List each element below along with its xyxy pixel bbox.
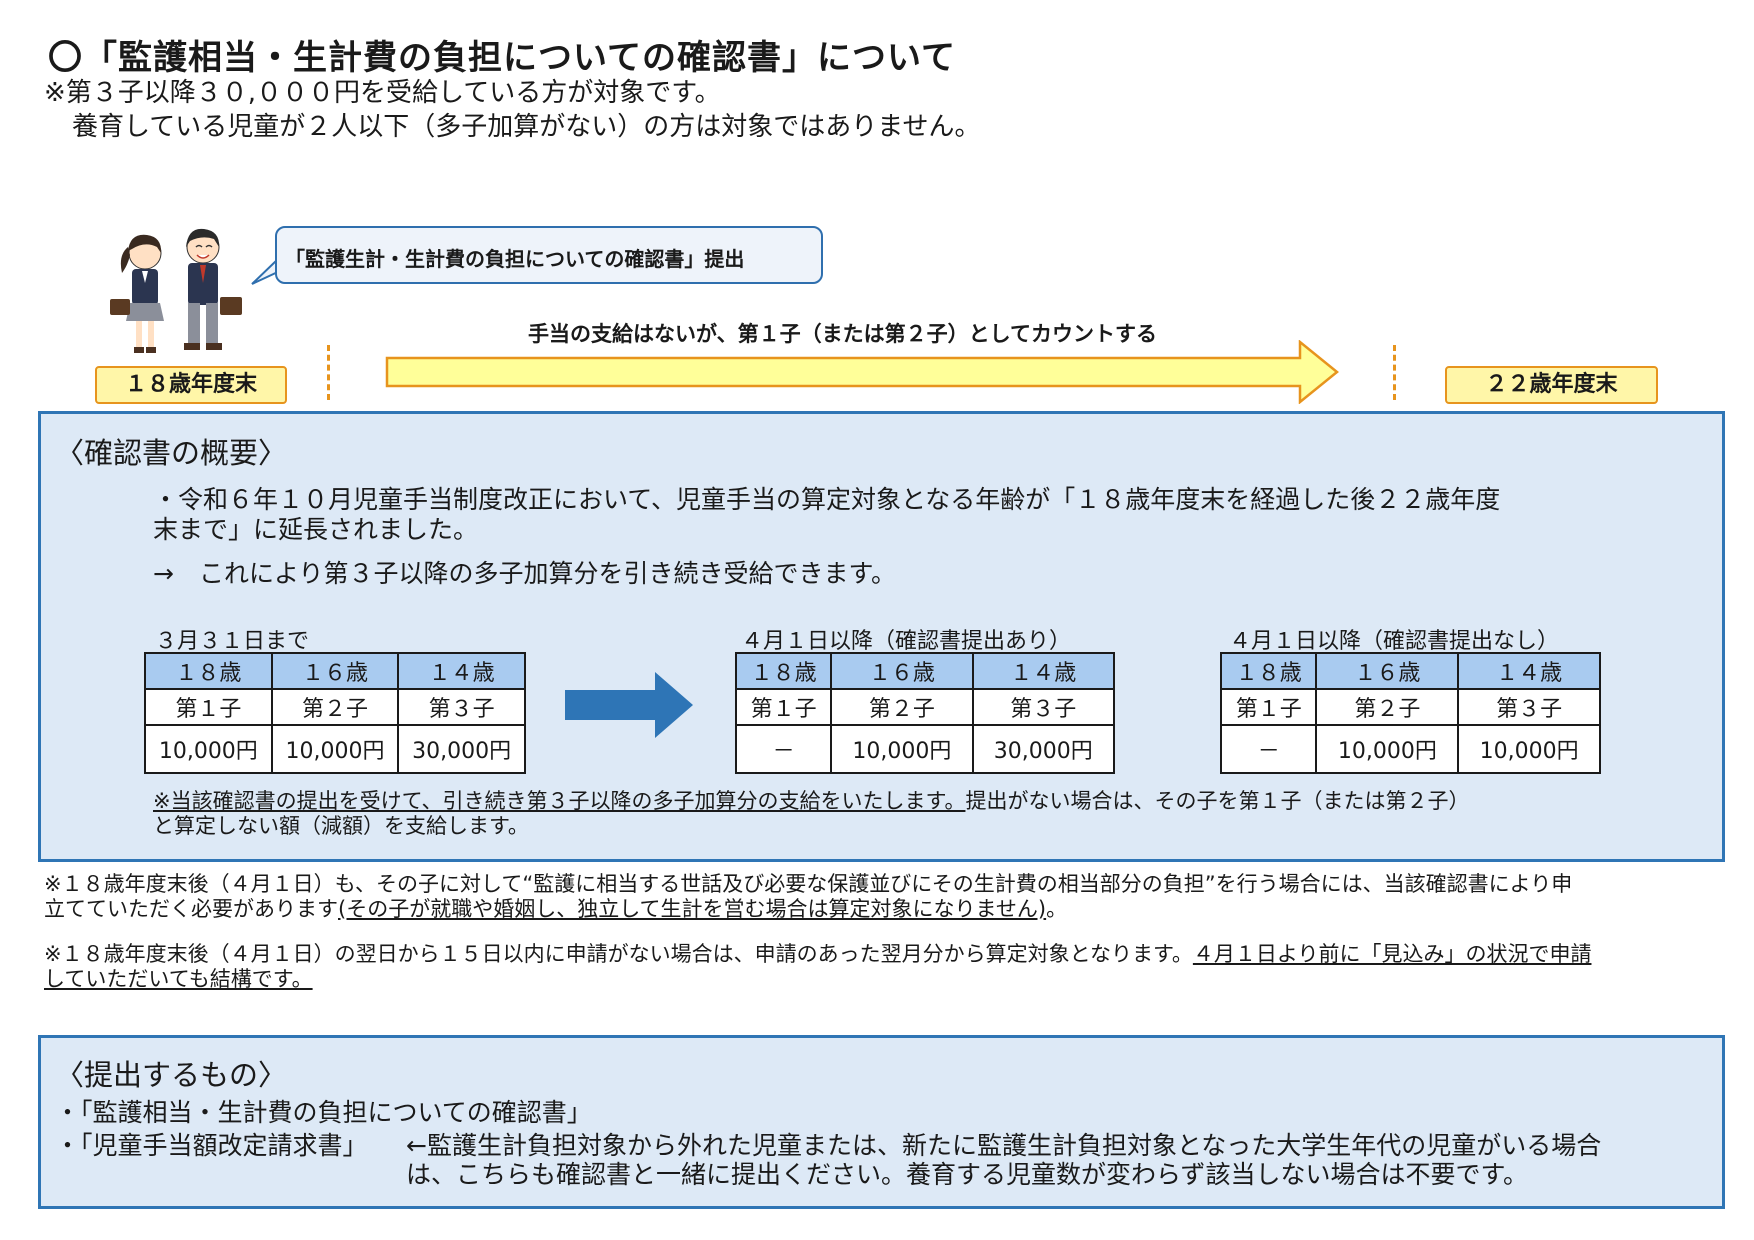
overview-heading: 〈確認書の概要〉: [55, 436, 288, 470]
start-age-label: １８歳年度末: [95, 366, 287, 404]
table-cell: －: [734, 724, 833, 774]
overview-bullet-line2: 末まで」に延長されました。: [153, 515, 479, 544]
submission-item-1: ・「監護相当・生計費の負担についての確認書」: [55, 1098, 592, 1127]
table-cell: １４歳: [1457, 652, 1601, 690]
amount-table-not-submitted: １８歳 １６歳 １４歳 第１子 第２子 第３子 － 10,000円 10,000…: [1219, 652, 1601, 774]
table-cell: 第１子: [144, 688, 273, 726]
footnote-1-underlined: (その子が就職や婚姻し、独立して生計を営む場合は算定対象になりません): [338, 897, 1047, 921]
table-cell: 10,000円: [270, 724, 400, 774]
speech-bubble: 「監護生計・生計費の負担についての確認書」提出: [275, 226, 823, 284]
overview-note-line2: と算定しない額（減額）を支給します。: [153, 814, 529, 838]
table-cell: １４歳: [397, 652, 526, 690]
table-cell: １６歳: [1315, 652, 1460, 690]
table-cell: 第２子: [830, 688, 974, 726]
table-cell: 10,000円: [1315, 724, 1460, 774]
table-cell: 10,000円: [1457, 724, 1601, 774]
table-cell: 30,000円: [397, 724, 526, 774]
overview-note-rest: 提出がない場合は、その子を第１子（または第２子）: [965, 789, 1470, 813]
submission-panel: 〈提出するもの〉 ・「監護相当・生計費の負担についての確認書」 ・「児童手当額改…: [38, 1035, 1725, 1209]
table-cell: 10,000円: [144, 724, 273, 774]
table-cell: １６歳: [270, 652, 400, 690]
table-caption-not-submitted: ４月１日以降（確認書提出なし）: [1229, 629, 1560, 654]
students-illustration: [110, 228, 242, 353]
table-cell: －: [1219, 724, 1318, 774]
amount-table-submitted: １８歳 １６歳 １４歳 第１子 第２子 第３子 － 10,000円 30,000…: [734, 652, 1116, 774]
table-cell: 第３子: [971, 688, 1116, 726]
end-age-label: ２２歳年度末: [1445, 366, 1658, 404]
table-caption-before: ３月３１日まで: [155, 629, 310, 654]
start-divider: [327, 345, 330, 400]
table-cell: 10,000円: [830, 724, 974, 774]
table-cell: 第３子: [1457, 688, 1601, 726]
footnote-2-underlined: ４月１日より前に「見込み」の状況で申請: [1192, 942, 1592, 966]
footnote-1-text: 立てていただく必要があります: [44, 897, 338, 921]
submission-item-2: ・「児童手当額改定請求書」: [55, 1131, 368, 1160]
table-cell: １４歳: [971, 652, 1116, 690]
target-note: ※第３子以降３０,０００円を受給している方が対象です。: [44, 78, 721, 108]
table-cell: １８歳: [144, 652, 273, 690]
footnote-1-end: 。: [1046, 897, 1068, 921]
submission-heading: 〈提出するもの〉: [55, 1058, 288, 1092]
submission-item-2-desc-line2: は、こちらも確認書と一緒に提出ください。養育する児童数が変わらず該当しない場合は…: [406, 1160, 1529, 1189]
table-cell: １８歳: [1219, 652, 1318, 690]
table-cell: 第１子: [734, 688, 833, 726]
amount-table-before: １８歳 １６歳 １４歳 第１子 第２子 第３子 10,000円 10,000円 …: [144, 652, 526, 774]
table-cell: 第２子: [1315, 688, 1460, 726]
overview-arrow-line: → これにより第３子以降の多子加算分を引き続き受給できます。: [153, 559, 896, 588]
table-cell: 第３子: [397, 688, 526, 726]
target-note-2: 養育している児童が２人以下（多子加算がない）の方は対象ではありません。: [72, 112, 981, 142]
footnote-1-line2: 立てていただく必要があります(その子が就職や婚姻し、独立して生計を営む場合は算定…: [44, 893, 1067, 923]
change-arrow: [565, 672, 693, 738]
timeline-arrow: [385, 340, 1339, 404]
table-cell: 第２子: [270, 688, 400, 726]
overview-panel: 〈確認書の概要〉 ・令和６年１０月児童手当制度改正において、児童手当の算定対象と…: [38, 411, 1725, 862]
table-cell: １６歳: [830, 652, 974, 690]
end-divider: [1393, 345, 1396, 400]
footnote-2-line2: していただいても結構です。: [44, 967, 313, 991]
table-cell: 30,000円: [971, 724, 1116, 774]
table-caption-submitted: ４月１日以降（確認書提出あり）: [741, 629, 1072, 654]
table-cell: 第１子: [1219, 688, 1318, 726]
table-cell: １８歳: [734, 652, 833, 690]
